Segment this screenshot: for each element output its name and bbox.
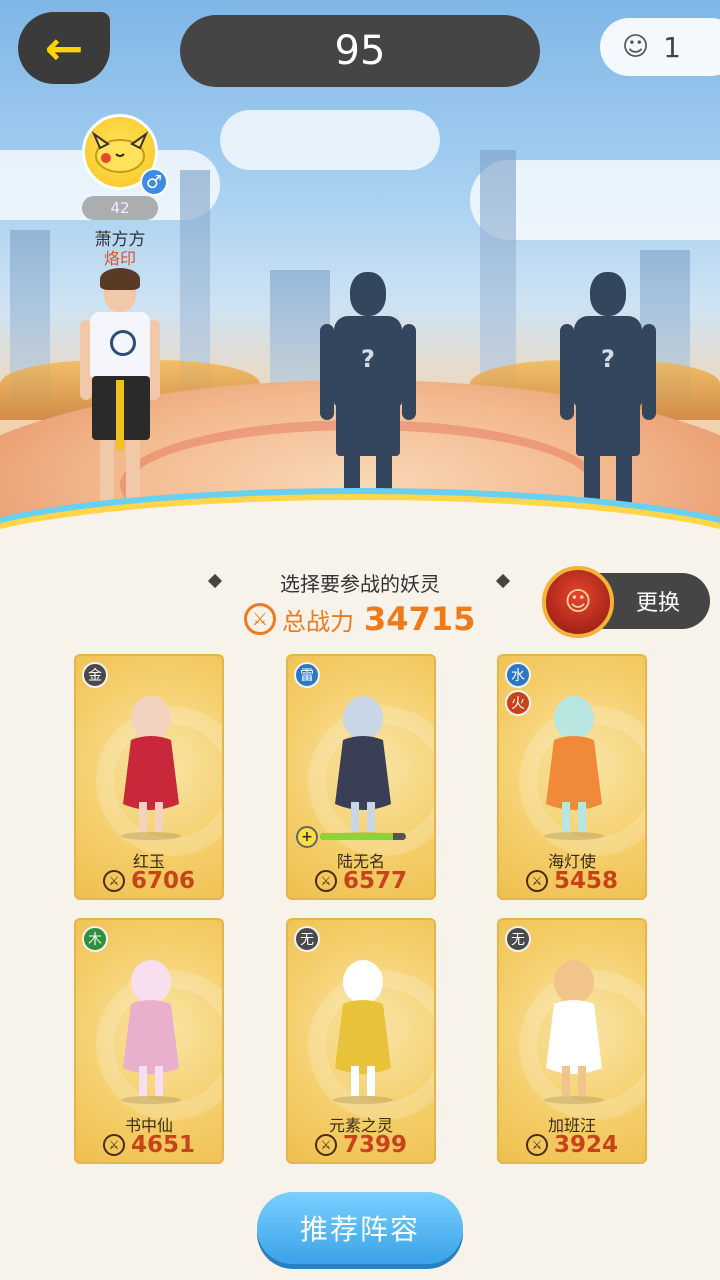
sword-icon: ⚔ bbox=[525, 1134, 548, 1156]
player-level: 42 bbox=[82, 196, 158, 220]
player-count: 1 bbox=[663, 30, 681, 64]
spirit-power: ⚔ 3924 bbox=[499, 1132, 645, 1158]
question-mark-icon: ? bbox=[601, 345, 615, 373]
players-icon: ☺ bbox=[622, 32, 650, 62]
spirit-card[interactable]: 水火海灯使 ⚔ 5458 bbox=[497, 654, 647, 900]
players-button[interactable]: ☺ 1 bbox=[600, 18, 720, 76]
spirit-figure bbox=[101, 684, 201, 840]
pikachu-avatar-icon bbox=[92, 131, 148, 173]
back-button[interactable]: ← bbox=[18, 12, 110, 84]
back-arrow-icon: ← bbox=[44, 21, 84, 75]
spirit-power: ⚔ 6577 bbox=[288, 868, 434, 894]
swap-label: 更换 bbox=[635, 591, 680, 616]
male-icon: ♂ bbox=[140, 168, 168, 196]
spirit-figure bbox=[524, 684, 624, 840]
spirit-power: ⚔ 5458 bbox=[499, 868, 645, 894]
spirit-figure bbox=[313, 684, 413, 840]
sword-icon: ⚔ bbox=[102, 1134, 125, 1156]
player-character[interactable] bbox=[80, 268, 160, 534]
sword-icon: ⚔ bbox=[314, 1134, 337, 1156]
selection-prompt: 选择要参战的妖灵 bbox=[280, 572, 440, 596]
sword-icon: ⚔ bbox=[102, 870, 125, 892]
spirit-card[interactable]: 雷 + 陆无名 ⚔ 6577 bbox=[286, 654, 436, 900]
spirit-power-value: 4651 bbox=[130, 1132, 195, 1158]
spirit-power-value: 6577 bbox=[342, 868, 407, 894]
cloud bbox=[220, 110, 440, 170]
spirit-figure bbox=[313, 948, 413, 1104]
spirit-power-value: 6706 bbox=[130, 868, 195, 894]
countdown-value: 95 bbox=[334, 28, 386, 74]
total-power-label: 总战力 bbox=[282, 607, 354, 636]
sword-icon: ⚔ bbox=[244, 603, 276, 635]
building bbox=[480, 150, 516, 400]
countdown-display: 95 bbox=[180, 15, 540, 87]
spirit-power-value: 5458 bbox=[553, 868, 618, 894]
question-mark-icon: ? bbox=[361, 345, 375, 373]
spirit-figure bbox=[524, 948, 624, 1104]
fire-spirit-avatar-icon[interactable]: ☺ bbox=[542, 566, 614, 638]
total-power-value: 34715 bbox=[364, 600, 476, 638]
recommend-lineup-button[interactable]: 推荐阵容 bbox=[257, 1192, 463, 1264]
plus-icon: + bbox=[296, 826, 318, 848]
upgrade-progress[interactable]: + bbox=[296, 826, 406, 848]
empty-slot-3[interactable]: ? bbox=[560, 272, 656, 544]
spirit-card[interactable]: 木书中仙 ⚔ 4651 bbox=[74, 918, 224, 1164]
spirit-power: ⚔ 7399 bbox=[288, 1132, 434, 1158]
spirit-card[interactable]: 无加班汪 ⚔ 3924 bbox=[497, 918, 647, 1164]
progress-fill bbox=[320, 833, 394, 840]
spirit-power: ⚔ 4651 bbox=[76, 1132, 222, 1158]
spirit-card[interactable]: 无元素之灵 ⚔ 7399 bbox=[286, 918, 436, 1164]
spirit-power: ⚔ 6706 bbox=[76, 868, 222, 894]
recommend-lineup-label: 推荐阵容 bbox=[299, 1213, 420, 1246]
spirit-power-value: 7399 bbox=[342, 1132, 407, 1158]
player-tag: 烙印 bbox=[103, 249, 136, 268]
sword-icon: ⚔ bbox=[314, 870, 337, 892]
spirit-figure bbox=[101, 948, 201, 1104]
spirit-card[interactable]: 金红玉 ⚔ 6706 bbox=[74, 654, 224, 900]
total-power: ⚔ 总战力 34715 bbox=[244, 600, 475, 638]
progress-bar bbox=[320, 833, 406, 840]
spirit-power-value: 3924 bbox=[553, 1132, 618, 1158]
sword-icon: ⚔ bbox=[525, 870, 548, 892]
